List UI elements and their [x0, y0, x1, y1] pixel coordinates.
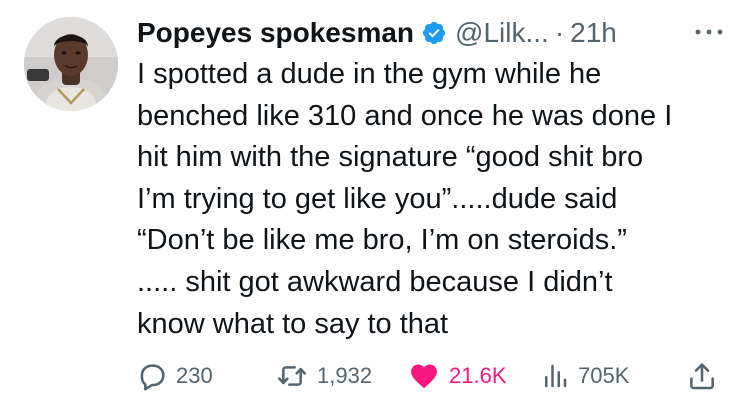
heart-icon — [411, 364, 437, 389]
timestamp[interactable]: 21h — [570, 17, 617, 49]
like-count: 21.6K — [449, 363, 507, 388]
share-button[interactable] — [686, 356, 718, 396]
tweet-text-line: benched like 310 and once he was done I — [137, 99, 673, 132]
action-bar: 230 1,932 21.6K 705K — [0, 356, 750, 396]
reply-count: 230 — [176, 363, 213, 388]
tweet-text-line: hit him with the signature “good shit br… — [137, 141, 644, 174]
more-icon[interactable] — [690, 22, 728, 42]
tweet-text-line: I spotted a dude in the gym while he — [137, 58, 602, 90]
tweet-text-line: ..... shit got awkward because I didn’t — [137, 265, 613, 298]
author-handle[interactable]: @Lilk... — [455, 17, 549, 49]
verified-badge-icon — [422, 21, 446, 45]
views-count: 705K — [578, 363, 630, 388]
share-icon — [690, 363, 714, 390]
reply-button[interactable]: 230 — [136, 356, 213, 396]
retweet-count: 1,932 — [317, 363, 373, 388]
views-icon — [545, 364, 567, 388]
tweet-text-line: “Don’t be like me bro, I’m on steroids.” — [137, 224, 627, 257]
tweet-text-line: I’m trying to get like you”.....dude sai… — [137, 182, 618, 215]
tweet-text-line: know what to say to that — [137, 307, 449, 340]
retweet-button[interactable]: 1,932 — [275, 356, 372, 396]
author-display-name[interactable]: Popeyes spokesman — [137, 17, 414, 49]
reply-icon — [140, 364, 165, 391]
separator-dot: · — [554, 17, 565, 48]
views-button[interactable]: 705K — [540, 356, 629, 396]
tweet: Popeyes spokesman @Lilk... · 21h I spott… — [0, 0, 750, 410]
like-button[interactable]: 21.6K — [407, 356, 507, 396]
retweet-icon — [278, 366, 306, 386]
tweet-header: Popeyes spokesman @Lilk... · 21h — [137, 13, 617, 53]
profile-photo-icon — [24, 17, 118, 111]
avatar[interactable] — [24, 17, 118, 111]
tweet-text: I spotted a dude in the gym while he ben… — [137, 54, 727, 345]
